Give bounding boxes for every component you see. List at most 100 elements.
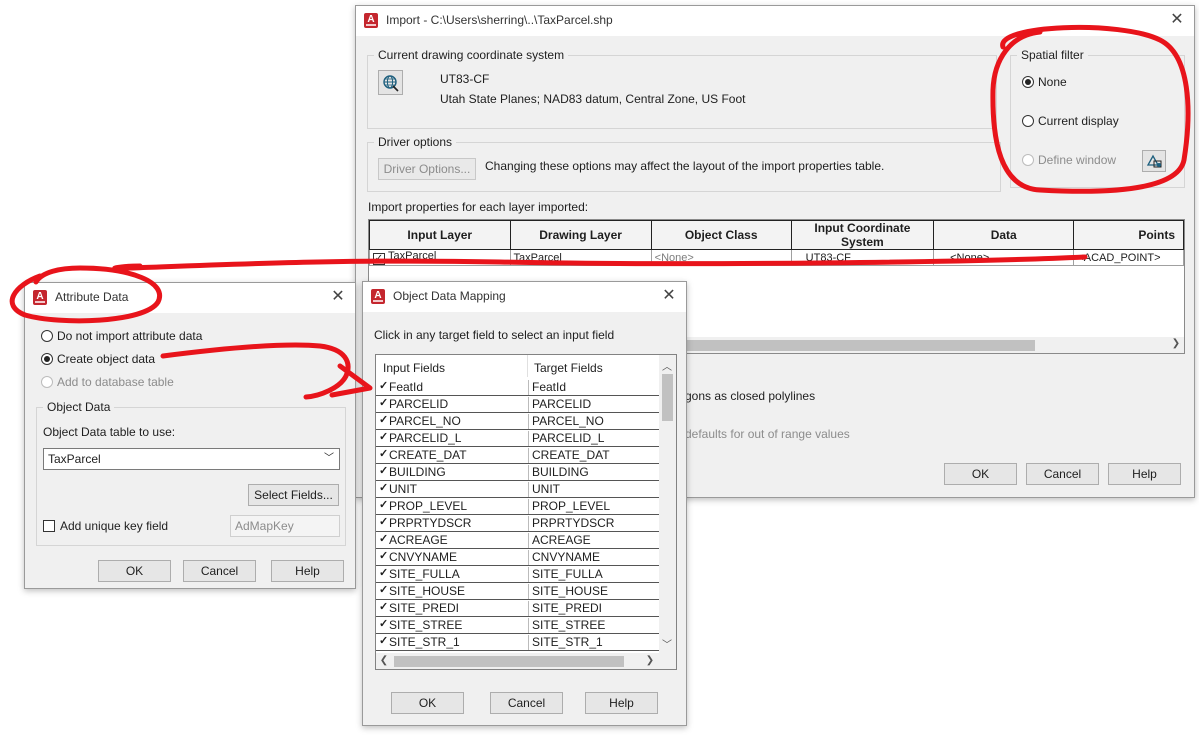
list-item[interactable]: ✓ BUILDING BUILDING (376, 464, 659, 481)
check-icon[interactable]: ✓ (379, 498, 388, 511)
mapping-cancel-button[interactable]: Cancel (490, 692, 563, 714)
target-field-name[interactable]: PROP_LEVEL (528, 499, 659, 515)
mapping-titlebar[interactable]: A Object Data Mapping ✕ (363, 282, 686, 312)
target-field-name[interactable]: SITE_STREE (528, 618, 659, 634)
attribute-help-button[interactable]: Help (271, 560, 344, 582)
list-item[interactable]: ✓ PROP_LEVEL PROP_LEVEL (376, 498, 659, 515)
target-field-name[interactable]: PARCELID (528, 397, 659, 413)
target-field-name[interactable]: SITE_HOUSE (528, 584, 659, 600)
check-icon[interactable]: ✓ (379, 379, 388, 392)
coord-system-cell[interactable]: UT83-CF (790, 249, 935, 266)
target-field-name[interactable]: SITE_PREDI (528, 601, 659, 617)
list-item[interactable]: ✓ SITE_STR_1 SITE_STR_1 (376, 634, 659, 651)
create-object-data-radio[interactable] (41, 353, 53, 365)
spatial-current-display-radio[interactable] (1022, 115, 1034, 127)
scroll-down-icon[interactable]: ﹀ (661, 636, 673, 651)
import-ok-button[interactable]: OK (944, 463, 1017, 485)
scroll-right-icon[interactable]: ❯ (644, 655, 656, 666)
attribute-cancel-button[interactable]: Cancel (183, 560, 256, 582)
spatial-none-radio[interactable] (1022, 76, 1034, 88)
target-field-name[interactable]: SITE_STR_1 (528, 635, 659, 651)
check-icon[interactable]: ✓ (379, 566, 388, 579)
attribute-ok-button[interactable]: OK (98, 560, 171, 582)
list-item[interactable]: ✓ PARCEL_NO PARCEL_NO (376, 413, 659, 430)
points-cell[interactable]: <ACAD_POINT> (1073, 249, 1184, 266)
scroll-right-icon[interactable]: ❯ (1170, 338, 1182, 349)
import-titlebar[interactable]: A Import - C:\Users\sherring\..\TaxParce… (356, 6, 1194, 36)
object-data-table-select[interactable]: TaxParcel ﹀ (43, 448, 340, 470)
driver-options-button[interactable]: Driver Options... (378, 158, 476, 180)
check-icon[interactable]: ✓ (379, 617, 388, 630)
target-field-name[interactable]: PRPRTYDSCR (528, 516, 659, 532)
layer-checkbox[interactable]: ✓ (373, 253, 385, 265)
list-item[interactable]: ✓ PARCELID_L PARCELID_L (376, 430, 659, 447)
add-database-radio[interactable] (41, 376, 53, 388)
data-cell[interactable]: <None> (933, 249, 1075, 266)
list-item[interactable]: ✓ FeatId FeatId (376, 379, 659, 396)
table-scroll-thumb[interactable] (687, 340, 1035, 351)
target-field-name[interactable]: UNIT (528, 482, 659, 498)
target-field-name[interactable]: BUILDING (528, 465, 659, 481)
check-icon[interactable]: ✓ (379, 634, 388, 647)
drawing-layer-cell[interactable]: TaxParcel (509, 249, 652, 266)
list-item[interactable]: ✓ ACREAGE ACREAGE (376, 532, 659, 549)
import-cancel-button[interactable]: Cancel (1026, 463, 1099, 485)
import-help-button[interactable]: Help (1108, 463, 1181, 485)
target-field-name[interactable]: PARCEL_NO (528, 414, 659, 430)
scroll-left-icon[interactable]: ❮ (378, 655, 390, 666)
spatial-define-window-radio[interactable] (1022, 154, 1034, 166)
check-icon[interactable]: ✓ (379, 549, 388, 562)
list-item[interactable]: ✓ SITE_HOUSE SITE_HOUSE (376, 583, 659, 600)
check-icon[interactable]: ✓ (379, 413, 388, 426)
select-fields-button[interactable]: Select Fields... (248, 484, 339, 506)
col-input-layer[interactable]: Input Layer (369, 220, 511, 250)
close-icon[interactable]: ✕ (660, 287, 678, 305)
list-item[interactable]: ✓ SITE_FULLA SITE_FULLA (376, 566, 659, 583)
col-drawing-layer[interactable]: Drawing Layer (509, 220, 652, 250)
check-icon[interactable]: ✓ (379, 600, 388, 613)
target-field-name[interactable]: PARCELID_L (528, 431, 659, 447)
no-import-radio[interactable] (41, 330, 53, 342)
object-class-cell[interactable]: <None> (650, 249, 792, 266)
unique-key-field[interactable]: AdMapKey (230, 515, 340, 537)
mapping-ok-button[interactable]: OK (391, 692, 464, 714)
col-object-class[interactable]: Object Class (650, 220, 792, 250)
check-icon[interactable]: ✓ (379, 481, 388, 494)
mapping-vertical-scrollbar[interactable]: ︿ ﹀ (659, 355, 676, 653)
col-data[interactable]: Data (933, 220, 1075, 250)
list-item[interactable]: ✓ PARCELID PARCELID (376, 396, 659, 413)
target-field-name[interactable]: ACREAGE (528, 533, 659, 549)
list-item[interactable]: ✓ SITE_STREE SITE_STREE (376, 617, 659, 634)
target-field-name[interactable]: CNVYNAME (528, 550, 659, 566)
target-field-name[interactable]: CREATE_DAT (528, 448, 659, 464)
check-icon[interactable]: ✓ (379, 583, 388, 596)
target-field-name[interactable]: FeatId (528, 380, 659, 396)
col-points[interactable]: Points (1073, 220, 1184, 250)
check-icon[interactable]: ✓ (379, 447, 388, 460)
mapping-horizontal-scrollbar[interactable]: ❮ ❯ (376, 653, 676, 669)
globe-coordinate-icon[interactable] (378, 70, 403, 95)
define-window-icon[interactable] (1142, 150, 1166, 172)
mapping-hscroll-thumb[interactable] (394, 656, 624, 667)
list-item[interactable]: ✓ PRPRTYDSCR PRPRTYDSCR (376, 515, 659, 532)
col-input-coordinate-system[interactable]: Input Coordinate System (790, 220, 935, 250)
mapping-scroll-thumb[interactable] (662, 374, 673, 421)
mapping-help-button[interactable]: Help (585, 692, 658, 714)
check-icon[interactable]: ✓ (379, 464, 388, 477)
input-layer-cell[interactable]: ✓ TaxParcel (369, 249, 511, 266)
check-icon[interactable]: ✓ (379, 532, 388, 545)
input-fields-header[interactable]: Input Fields (383, 361, 445, 375)
target-field-name[interactable]: SITE_FULLA (528, 567, 659, 583)
check-icon[interactable]: ✓ (379, 515, 388, 528)
attribute-titlebar[interactable]: A Attribute Data ✕ (25, 283, 355, 313)
scroll-up-icon[interactable]: ︿ (661, 358, 673, 373)
check-icon[interactable]: ✓ (379, 430, 388, 443)
list-item[interactable]: ✓ CREATE_DAT CREATE_DAT (376, 447, 659, 464)
check-icon[interactable]: ✓ (379, 396, 388, 409)
unique-key-checkbox[interactable] (43, 520, 55, 532)
close-icon[interactable]: ✕ (1168, 11, 1186, 29)
list-item[interactable]: ✓ SITE_PREDI SITE_PREDI (376, 600, 659, 617)
table-row[interactable]: ✓ TaxParcel TaxParcel <None> UT83-CF <Non… (369, 249, 1184, 266)
target-fields-header[interactable]: Target Fields (534, 361, 603, 375)
list-item[interactable]: ✓ UNIT UNIT (376, 481, 659, 498)
